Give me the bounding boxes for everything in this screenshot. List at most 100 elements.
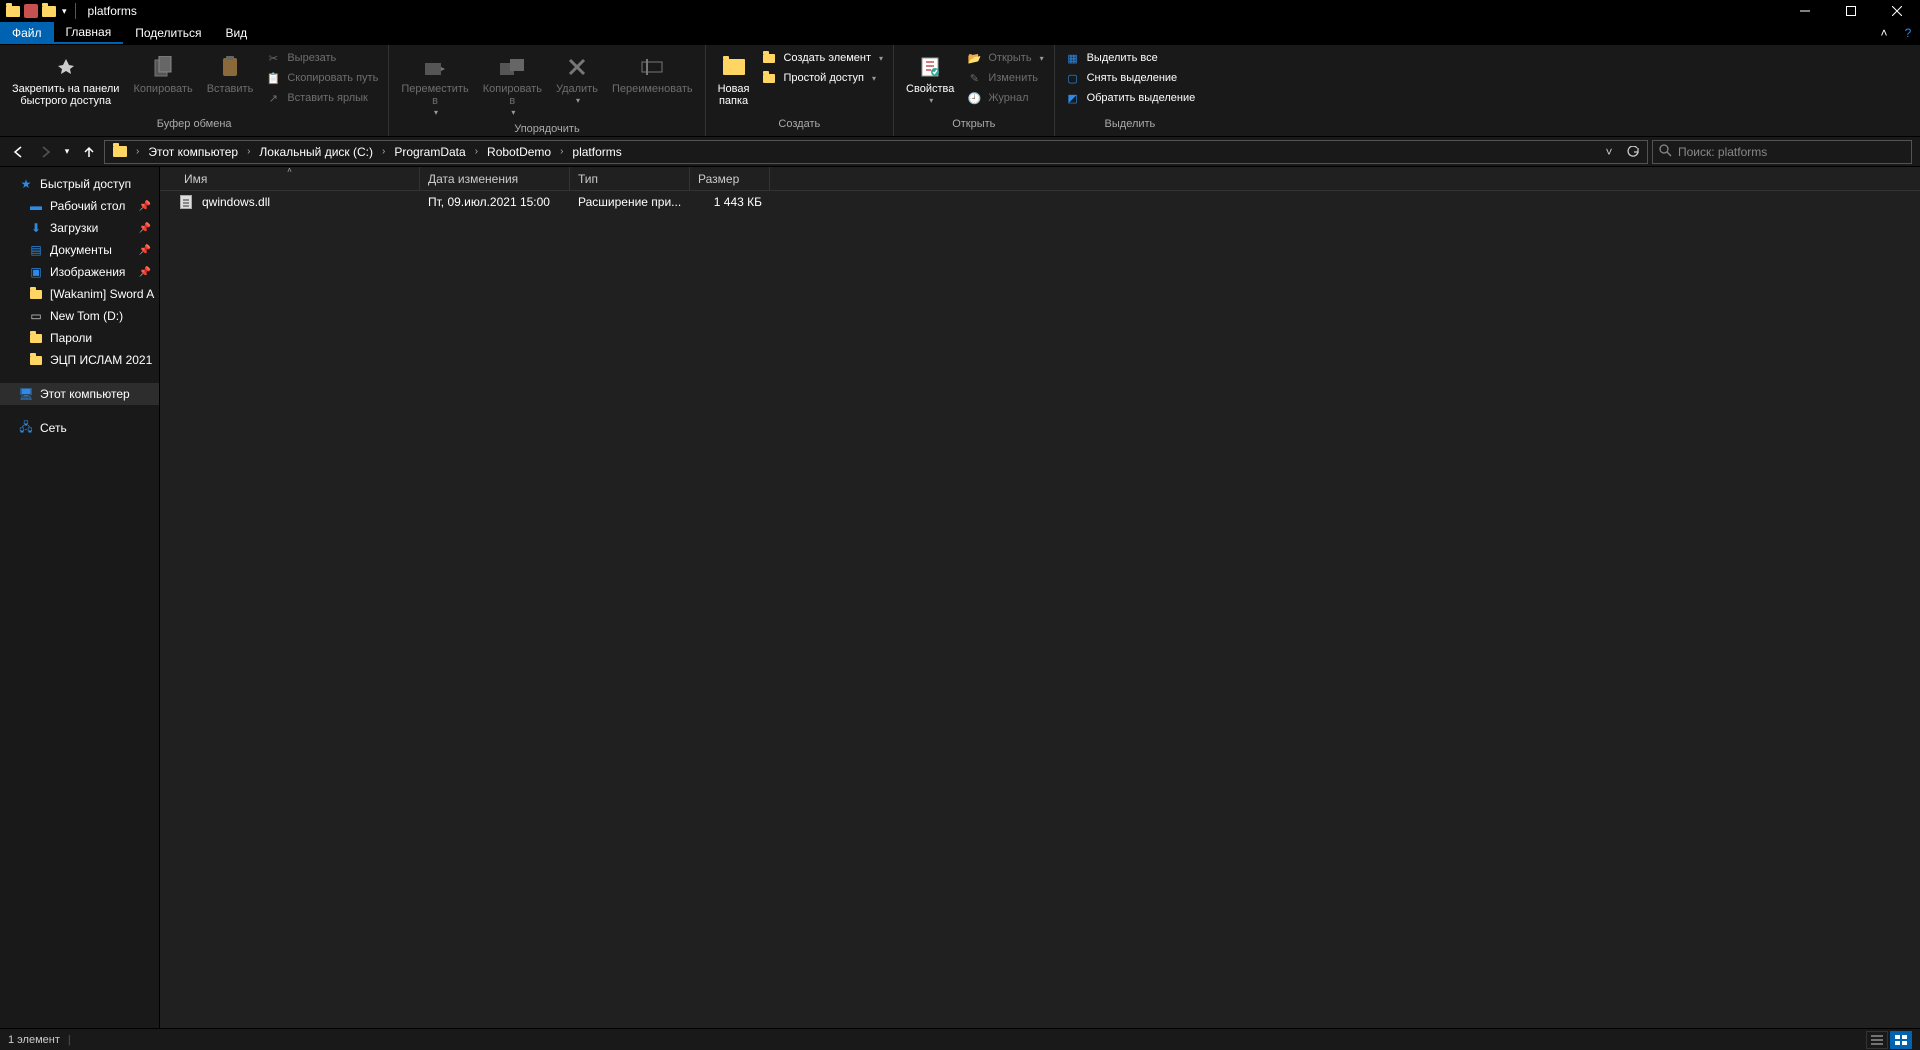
recent-locations-button[interactable]: ▾ (60, 141, 74, 163)
tree-drive[interactable]: ▭New Tom (D:) (0, 305, 159, 327)
history-button[interactable]: 🕘Журнал (962, 89, 1047, 107)
group-label: Выделить (1061, 118, 1200, 134)
group-label: Создать (712, 118, 887, 134)
label: Простой доступ (783, 72, 864, 84)
edit-button[interactable]: ✎Изменить (962, 69, 1047, 87)
invert-selection-button[interactable]: ◩Обратить выделение (1061, 89, 1200, 107)
group-new: Новая папка Создать элемент▾ Простой дос… (706, 45, 894, 136)
copy-path-button[interactable]: 📋Скопировать путь (261, 69, 382, 87)
tree-quick-access[interactable]: ★Быстрый доступ (0, 173, 159, 195)
up-button[interactable] (78, 141, 100, 163)
group-select: ▦Выделить все ▢Снять выделение ◩Обратить… (1055, 45, 1206, 136)
label: Закрепить на панели быстрого доступа (12, 83, 119, 107)
qat-customize-icon[interactable]: ▾ (60, 6, 69, 17)
tree-this-pc[interactable]: 🖥 Этот компьютер (0, 383, 159, 405)
breadcrumb[interactable]: RobotDemo (481, 141, 557, 163)
forward-button[interactable] (34, 141, 56, 163)
copy-button[interactable]: Копировать (127, 47, 198, 99)
qat-item[interactable] (24, 4, 38, 18)
column-size[interactable]: Размер (690, 167, 770, 190)
pin-quick-access-button[interactable]: Закрепить на панели быстрого доступа (6, 47, 125, 111)
dll-icon (178, 194, 194, 210)
open-button[interactable]: 📂Открыть▾ (962, 49, 1047, 67)
tree-folder[interactable]: ЭЦП ИСЛАМ 2021 (0, 349, 159, 371)
pin-icon: 📌 (139, 201, 155, 212)
label: Этот компьютер (40, 387, 130, 401)
address-root-icon[interactable] (107, 141, 133, 163)
select-none-button[interactable]: ▢Снять выделение (1061, 69, 1200, 87)
minimize-button[interactable] (1782, 0, 1828, 22)
select-all-button[interactable]: ▦Выделить все (1061, 49, 1200, 67)
pin-icon: 📌 (139, 245, 155, 256)
history-icon: 🕘 (966, 90, 982, 106)
paste-shortcut-button[interactable]: ↗Вставить ярлык (261, 89, 382, 107)
breadcrumb[interactable]: Локальный диск (C:) (253, 141, 379, 163)
close-button[interactable] (1874, 0, 1920, 22)
delete-button[interactable]: Удалить▾ (550, 47, 604, 111)
tree-downloads[interactable]: ⬇Загрузки📌 (0, 217, 159, 239)
help-icon[interactable]: ? (1896, 22, 1920, 44)
pin-icon: 📌 (139, 223, 155, 234)
easy-access-button[interactable]: Простой доступ▾ (757, 69, 887, 87)
tree-pictures[interactable]: ▣Изображения📌 (0, 261, 159, 283)
tab-file[interactable]: Файл (0, 22, 54, 44)
chevron-right-icon[interactable]: › (379, 146, 388, 157)
search-box[interactable] (1652, 140, 1912, 164)
tree-network[interactable]: 🖧Сеть (0, 417, 159, 439)
chevron-right-icon[interactable]: › (244, 146, 253, 157)
breadcrumb[interactable]: ProgramData (388, 141, 471, 163)
address-dropdown-button[interactable]: ˅ (1597, 141, 1621, 163)
tree-folder[interactable]: [Wakanim] Sword A (0, 283, 159, 305)
address-bar[interactable]: › Этот компьютер › Локальный диск (C:) ›… (104, 140, 1648, 164)
new-folder-button[interactable]: Новая папка (712, 47, 756, 111)
chevron-right-icon[interactable]: › (557, 146, 566, 157)
search-input[interactable] (1678, 145, 1905, 159)
chevron-right-icon[interactable]: › (472, 146, 481, 157)
file-date-cell: Пт, 09.июл.2021 15:00 (420, 195, 570, 209)
group-label: Буфер обмена (6, 118, 382, 134)
folder-icon (28, 352, 44, 368)
tab-home[interactable]: Главная (54, 22, 124, 44)
ribbon-tabs: Файл Главная Поделиться Вид ˄ ? (0, 22, 1920, 45)
column-type[interactable]: Тип (570, 167, 690, 190)
file-list[interactable]: qwindows.dll Пт, 09.июл.2021 15:00 Расши… (160, 191, 1920, 1028)
breadcrumb[interactable]: platforms (566, 141, 627, 163)
tab-view[interactable]: Вид (213, 22, 259, 44)
qat-item[interactable] (40, 2, 58, 20)
view-large-icons-button[interactable] (1890, 1031, 1912, 1049)
file-name-cell[interactable]: qwindows.dll (160, 194, 420, 210)
column-name[interactable]: ˄Имя (160, 167, 420, 190)
label: Свойства (906, 83, 954, 95)
column-date[interactable]: Дата изменения (420, 167, 570, 190)
refresh-button[interactable] (1621, 141, 1645, 163)
invert-icon: ◩ (1065, 90, 1081, 106)
ribbon-collapse-icon[interactable]: ˄ (1872, 22, 1896, 44)
label: Скопировать путь (287, 72, 378, 84)
cut-icon: ✂ (265, 50, 281, 66)
sort-asc-icon: ˄ (287, 166, 292, 175)
copy-to-button[interactable]: Копировать в▾ (477, 47, 548, 123)
rename-button[interactable]: Переименовать (606, 47, 699, 99)
search-icon (1659, 144, 1672, 160)
tree-desktop[interactable]: ▬Рабочий стол📌 (0, 195, 159, 217)
label: Переместить в (401, 83, 468, 107)
file-row[interactable]: qwindows.dll Пт, 09.июл.2021 15:00 Расши… (160, 191, 1920, 213)
pin-icon: 📌 (139, 267, 155, 278)
label: Удалить (556, 83, 598, 95)
cut-button[interactable]: ✂ Вырезать (261, 49, 382, 67)
pc-icon: 🖥 (18, 386, 34, 402)
new-item-button[interactable]: Создать элемент▾ (757, 49, 887, 67)
group-organize: Переместить в▾ Копировать в▾ Удалить▾ Пе… (389, 45, 705, 136)
chevron-right-icon[interactable]: › (133, 146, 142, 157)
tree-folder[interactable]: Пароли (0, 327, 159, 349)
move-to-button[interactable]: Переместить в▾ (395, 47, 474, 123)
label: Вырезать (287, 52, 336, 64)
paste-button[interactable]: Вставить (201, 47, 260, 99)
tree-documents[interactable]: ▤Документы📌 (0, 239, 159, 261)
properties-button[interactable]: Свойства▾ (900, 47, 960, 111)
back-button[interactable] (8, 141, 30, 163)
view-details-button[interactable] (1866, 1031, 1888, 1049)
breadcrumb[interactable]: Этот компьютер (142, 141, 244, 163)
tab-share[interactable]: Поделиться (123, 22, 213, 44)
maximize-button[interactable] (1828, 0, 1874, 22)
